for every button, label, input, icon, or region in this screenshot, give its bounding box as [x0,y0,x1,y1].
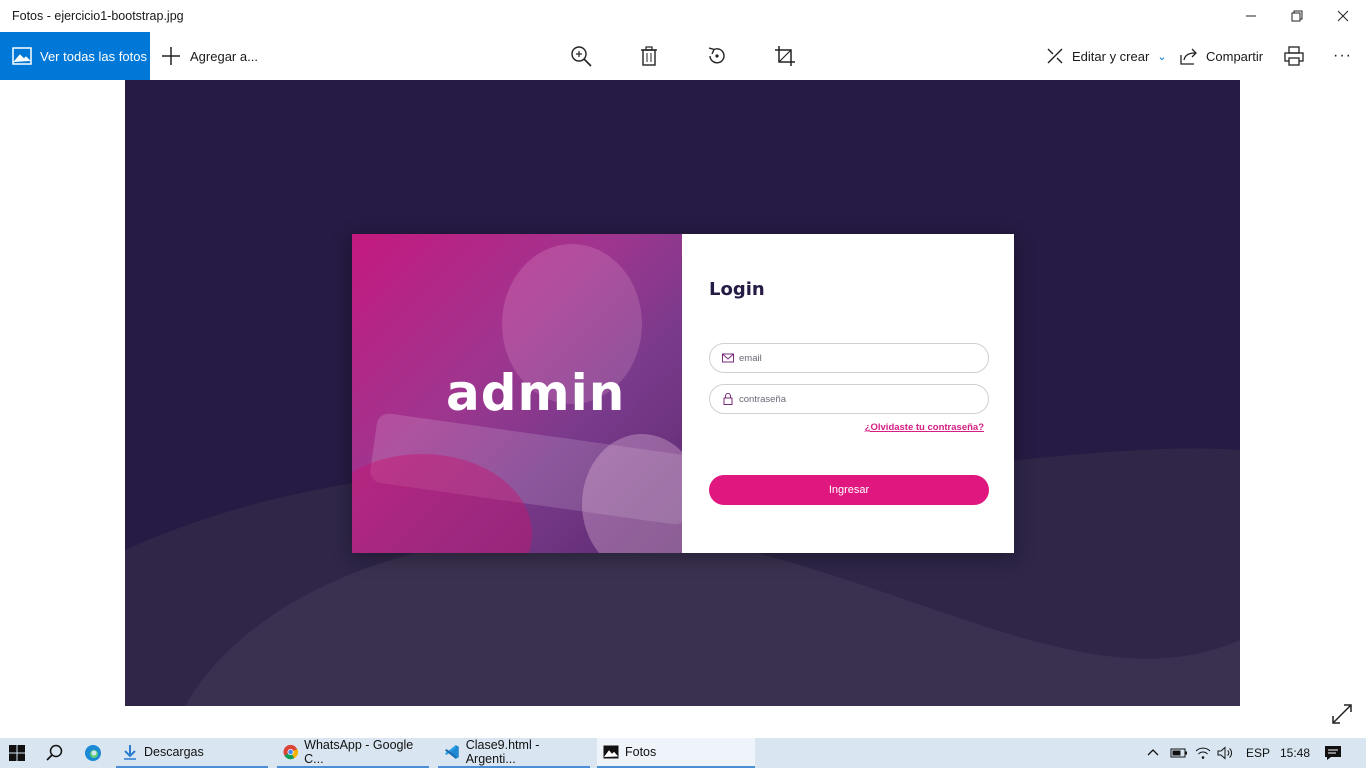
network-button[interactable] [1195,738,1211,768]
show-hidden-icons-button[interactable] [1146,738,1160,768]
login-title: Login [709,279,765,300]
restore-button[interactable] [1274,0,1320,32]
taskbar: Descargas WhatsApp - Google C... Clase9.… [0,738,1366,768]
rotate-button[interactable] [705,44,729,68]
login-form: Login email contraseña ¿Olvidaste tu con… [682,234,1014,553]
photos-icon [603,745,619,759]
window-title: Fotos - ejercicio1-bootstrap.jpg [12,9,184,23]
admin-logo: admin [446,364,626,422]
crop-button[interactable] [773,44,797,68]
volume-button[interactable] [1217,738,1235,768]
windows-icon [9,745,25,761]
toolbar: Ver todas las fotos Agregar a... Editar … [0,32,1366,80]
photo-canvas: admin Login email contraseña ¿Olvidaste … [125,80,1240,706]
vscode-icon [444,745,459,759]
zoom-in-icon [571,46,592,67]
restore-icon [1291,10,1303,22]
start-button[interactable] [8,738,26,768]
edge-icon [85,745,101,761]
email-field[interactable]: email [709,343,989,373]
search-icon [46,744,63,761]
all-photos-label: Ver todas las fotos [40,48,147,64]
fullscreen-icon[interactable] [1330,702,1354,726]
edit-create-label: Editar y crear [1072,48,1150,64]
more-options-button[interactable]: ··· [1333,32,1352,80]
clock[interactable]: 15:48 [1280,738,1310,768]
edit-create-icon [1047,48,1063,64]
delete-button[interactable] [637,44,661,68]
taskbar-app-vscode[interactable]: Clase9.html - Argenti... [438,738,590,768]
search-button[interactable] [46,738,64,768]
printer-icon [1284,46,1304,66]
title-bar: Fotos - ejercicio1-bootstrap.jpg [0,0,1366,32]
plus-icon [162,47,180,65]
hero-image: admin [352,234,682,553]
close-icon [1337,10,1349,22]
chrome-icon [283,744,299,760]
battery-button[interactable] [1170,738,1188,768]
edge-button[interactable] [84,738,102,768]
add-to-button[interactable]: Agregar a... [160,32,258,80]
share-label: Compartir [1206,48,1264,64]
crop-icon [775,46,795,66]
rotate-icon [708,47,725,64]
share-button[interactable]: Compartir [1180,32,1263,80]
taskbar-app-label: Descargas [144,745,204,759]
battery-icon [1170,748,1187,758]
forgot-password-link[interactable]: ¿Olvidaste tu contraseña? [865,422,984,433]
print-button[interactable] [1282,44,1306,68]
taskbar-app-label: Clase9.html - Argenti... [465,738,540,766]
email-placeholder: email [739,352,762,364]
close-button[interactable] [1320,0,1366,32]
taskbar-app-label: Fotos [625,745,657,759]
share-icon [1180,48,1197,65]
taskbar-app-chrome[interactable]: WhatsApp - Google C... [277,738,429,768]
more-options-icon: ··· [1333,47,1352,64]
login-card: admin Login email contraseña ¿Olvidaste … [352,234,1014,553]
add-to-label: Agregar a... [190,48,258,64]
minimize-button[interactable] [1228,0,1274,32]
envelope-icon [722,353,734,363]
zoom-button[interactable] [569,44,593,68]
taskbar-app-label: WhatsApp - Google C... [304,738,414,766]
notification-icon [1325,746,1341,760]
minimize-icon [1246,15,1256,17]
wifi-icon [1195,747,1211,759]
photos-icon [12,47,32,65]
edit-create-button[interactable]: Editar y crear ⌄ [1046,32,1167,80]
taskbar-app-photos[interactable]: Fotos [597,738,755,768]
password-placeholder: contraseña [739,393,787,405]
notifications-button[interactable] [1324,738,1342,768]
image-viewer: admin Login email contraseña ¿Olvidaste … [0,80,1366,738]
password-field[interactable]: contraseña [709,384,989,414]
trash-icon [641,46,657,66]
taskbar-app-downloads[interactable]: Descargas [116,738,268,768]
all-photos-button[interactable]: Ver todas las fotos [0,32,150,80]
language-indicator[interactable]: ESP [1246,738,1270,768]
login-button[interactable]: Ingresar [709,475,989,505]
download-folder-icon [124,745,136,760]
chevron-down-icon: ⌄ [1157,50,1167,63]
speaker-icon [1217,746,1232,760]
lock-icon [723,393,733,405]
chevron-up-icon [1147,749,1159,756]
